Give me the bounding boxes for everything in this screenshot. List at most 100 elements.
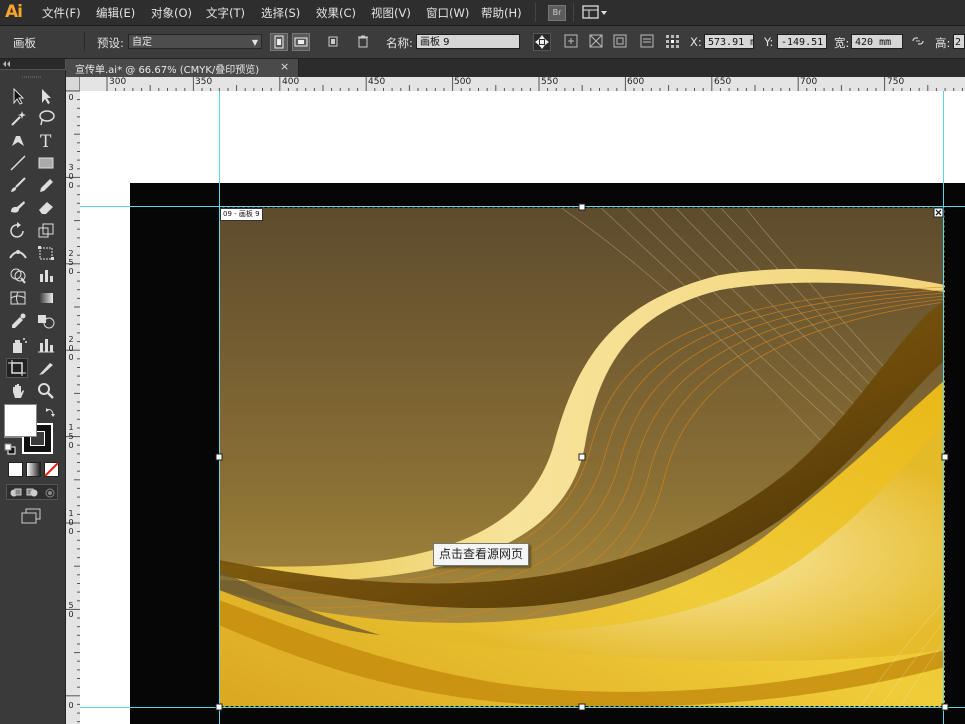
show-cross-hairs-button[interactable]: [588, 33, 606, 51]
show-center-mark-button[interactable]: [563, 33, 581, 51]
artboard-options-button[interactable]: [639, 33, 657, 51]
none-button[interactable]: [44, 462, 59, 477]
magic-wand-tool[interactable]: [7, 108, 29, 128]
document-tab[interactable]: 宣传单.ai* @ 66.67% (CMYK/叠印预览) ×: [66, 59, 299, 77]
graph-tool[interactable]: [35, 265, 57, 285]
pencil-icon: [40, 179, 53, 192]
magic-wand-icon: [11, 111, 26, 126]
ruler-label: 350: [195, 77, 213, 87]
context-label: 画板: [13, 36, 36, 50]
artboard-tool[interactable]: [6, 358, 28, 378]
ruler-label: 50: [68, 601, 74, 619]
width-field[interactable]: 420 mm: [851, 34, 903, 49]
delete-artboard-button[interactable]: [355, 33, 373, 51]
shape-builder-tool[interactable]: [7, 265, 29, 285]
reference-point-selector[interactable]: [664, 33, 682, 51]
default-fill-stroke-icon[interactable]: [4, 443, 16, 455]
artboard-close-icon: [933, 207, 944, 218]
menu-help[interactable]: 帮助(H): [481, 5, 522, 21]
type-t-icon: T: [40, 132, 52, 150]
eyedropper-icon: [12, 313, 26, 328]
ruler-label: 150: [68, 423, 74, 450]
eraser-tool[interactable]: [35, 197, 57, 217]
portrait-icon: [274, 35, 284, 49]
width-tool[interactable]: [7, 243, 29, 263]
stroke-swatch[interactable]: [22, 423, 53, 454]
ruler-label: 700: [800, 77, 818, 87]
knife-icon: [39, 363, 53, 375]
rectangle-tool[interactable]: [35, 153, 57, 173]
direct-selection-tool[interactable]: [35, 86, 57, 106]
cross-hairs-icon: [589, 34, 603, 48]
gradient-button[interactable]: [26, 462, 41, 477]
screen-mode-icon[interactable]: [20, 508, 42, 524]
draw-inside-icon[interactable]: [43, 487, 57, 498]
move-with-artboard-button[interactable]: [533, 33, 551, 51]
toolbox-header[interactable]: [0, 59, 65, 69]
type-tool[interactable]: T: [35, 130, 57, 150]
landscape-orientation-button[interactable]: [292, 33, 310, 51]
ruler-origin[interactable]: [66, 77, 80, 91]
selection-tool[interactable]: [7, 86, 29, 106]
ruler-label: 450: [368, 77, 386, 87]
draw-normal-icon[interactable]: [9, 487, 23, 498]
mesh-tool[interactable]: [7, 288, 29, 308]
pencil-tool[interactable]: [35, 175, 57, 195]
column-graph-tool[interactable]: [35, 335, 57, 355]
constrain-proportions-button[interactable]: [910, 33, 928, 51]
zoom-tool[interactable]: [35, 381, 57, 401]
svg-text:T: T: [40, 132, 52, 150]
menu-type[interactable]: 文字(T): [206, 5, 245, 21]
ruler-label: 200: [68, 335, 74, 362]
artwork: [80, 91, 965, 724]
artboard-name-field[interactable]: 画板 9: [416, 34, 520, 49]
ruler-label: 650: [714, 77, 732, 87]
blob-brush-tool[interactable]: [7, 197, 29, 217]
stroke-swatch-inner: [30, 431, 45, 446]
blend-tool[interactable]: [35, 311, 57, 331]
rotate-icon: [10, 222, 24, 238]
symbol-sprayer-tool[interactable]: [7, 335, 29, 355]
hand-tool[interactable]: [7, 381, 29, 401]
menu-file[interactable]: 文件(F): [42, 5, 81, 21]
menu-divider: [535, 3, 536, 22]
eyedropper-tool[interactable]: [7, 311, 29, 331]
menu-window[interactable]: 窗口(W): [426, 5, 469, 21]
scale-tool[interactable]: [35, 221, 57, 241]
menu-effect[interactable]: 效果(C): [316, 5, 356, 21]
ruler-label: 100: [68, 509, 74, 536]
free-transform-tool[interactable]: [35, 243, 57, 263]
x-position-field[interactable]: 573.91 m: [704, 34, 754, 49]
paintbrush-tool[interactable]: [7, 175, 29, 195]
draw-modes-group: [6, 484, 58, 500]
menu-select[interactable]: 选择(S): [261, 5, 300, 21]
gradient-tool[interactable]: [35, 288, 57, 308]
width-tool-icon: [9, 250, 27, 259]
y-position-field[interactable]: -149.51: [777, 34, 827, 49]
horizontal-ruler[interactable]: 300 350 400 450 500 550 600 650 700 750: [80, 77, 965, 92]
pen-tool[interactable]: [7, 130, 29, 150]
height-field[interactable]: 2: [953, 34, 965, 49]
ruler-label: 550: [541, 77, 559, 87]
slice-tool[interactable]: [35, 358, 57, 378]
line-segment-tool[interactable]: [7, 153, 29, 173]
rotate-tool[interactable]: [7, 221, 29, 241]
tools-panel: T: [0, 70, 66, 724]
lasso-tool[interactable]: [35, 108, 57, 128]
preset-select[interactable]: 自定 ▼: [128, 34, 262, 49]
close-icon[interactable]: ×: [280, 60, 289, 73]
menu-view[interactable]: 视图(V): [371, 5, 411, 21]
vertical-ruler[interactable]: 0 300 250 200 150 100 50 0: [66, 91, 81, 724]
new-artboard-button[interactable]: [325, 33, 343, 51]
menu-object[interactable]: 对象(O): [151, 5, 192, 21]
line-icon: [10, 155, 26, 171]
document-canvas[interactable]: [80, 91, 965, 724]
portrait-orientation-button[interactable]: [270, 33, 288, 51]
swap-fill-stroke-icon[interactable]: [44, 406, 56, 418]
workspace-switcher-button[interactable]: [582, 5, 608, 19]
menu-edit[interactable]: 编辑(E): [96, 5, 135, 21]
video-safe-areas-button[interactable]: [612, 33, 630, 51]
draw-behind-icon[interactable]: [26, 487, 40, 498]
bridge-button[interactable]: Br: [548, 5, 566, 21]
color-button[interactable]: [8, 462, 23, 477]
